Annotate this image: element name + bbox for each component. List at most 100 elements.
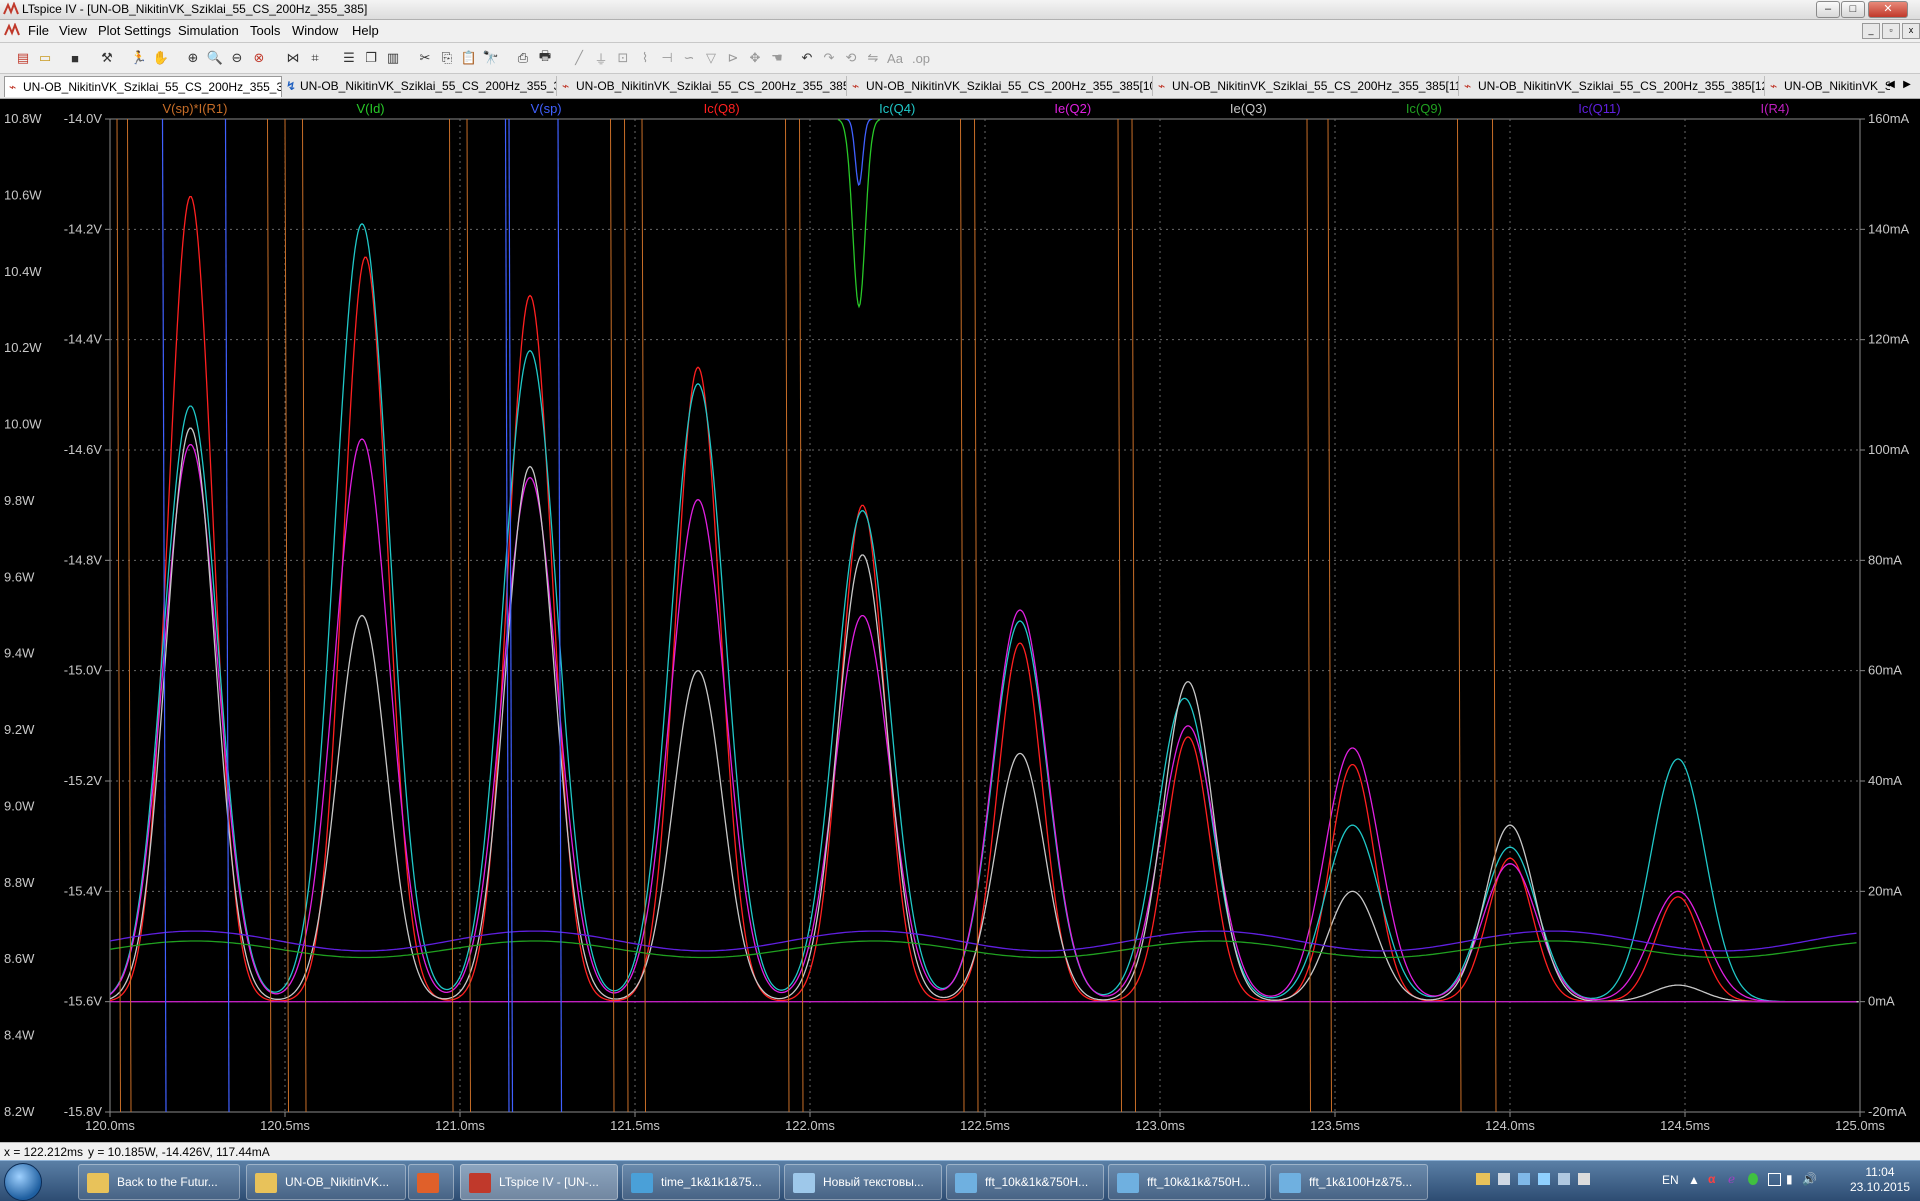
zoom-out-icon[interactable]: ⊖ [228, 49, 246, 67]
drag-icon[interactable]: ☚ [768, 49, 786, 67]
taskbar-item[interactable] [408, 1164, 454, 1200]
menu-view[interactable]: View [59, 23, 87, 38]
trace-ie-q3- [110, 427, 1859, 1003]
tab-fft[interactable]: ⌁ UN-OB_NikitinVK_Sziklai_55_CS_200Hz_355… [558, 76, 847, 96]
antivirus-icon[interactable]: α [1708, 1172, 1715, 1186]
component-icon[interactable]: ⊳ [724, 49, 742, 67]
trash-tray-icon[interactable] [1578, 1173, 1590, 1185]
taskbar-item[interactable]: LTspice IV - [UN-... [460, 1164, 618, 1200]
mirror-icon[interactable]: ⇋ [864, 49, 882, 67]
label-net-icon[interactable]: ⊡ [614, 49, 632, 67]
control-panel-icon[interactable]: ⚒ [98, 49, 116, 67]
diode-icon[interactable]: ▽ [702, 49, 720, 67]
taskbar-item[interactable]: fft_10k&1k&750H... [946, 1164, 1104, 1200]
open-folder-icon[interactable]: ▭ [36, 49, 54, 67]
resistor-icon[interactable]: ⌇ [636, 49, 654, 67]
autorange-icon[interactable]: ⋈ [284, 49, 302, 67]
toolbar: ▤ ▭ ■ ⚒ 🏃 ✋ ⊕ 🔍 ⊖ ⊗ ⋈ ⌗ ☰ ❐ ▥ ✂ ⎘ 📋 🔭 ⎙ … [0, 43, 1920, 74]
taskbar-item[interactable]: time_1k&1k1&75... [622, 1164, 780, 1200]
menu-plot-settings[interactable]: Plot Settings [98, 23, 171, 38]
tab-scroll-right-icon[interactable]: ▶ [1900, 77, 1914, 93]
tab-scroll-left-icon[interactable]: ◀ [1884, 77, 1898, 93]
undo-icon[interactable]: ↶ [798, 49, 816, 67]
taskbar-item[interactable]: Back to the Futur... [78, 1164, 240, 1200]
close-button[interactable]: ✕ [1868, 1, 1908, 18]
left-power-tick-label: 9.4W [4, 646, 35, 661]
waveform-chart[interactable]: 120.0ms 120.5ms 121.0ms 121.5ms 122.0ms 122.5… [0, 99, 1920, 1142]
zoom-in-icon[interactable]: ⊕ [184, 49, 202, 67]
network-tray-icon[interactable] [1538, 1173, 1550, 1185]
volume-icon[interactable]: 🔊 [1802, 1172, 1817, 1186]
mdi-restore-button[interactable]: ▫ [1882, 23, 1900, 39]
new-schematic-icon[interactable]: ▤ [14, 49, 32, 67]
clock[interactable]: 11:04 23.10.2015 [1850, 1165, 1910, 1195]
print-preview-icon[interactable]: ⎙ [514, 49, 532, 67]
app-tray-icon[interactable]: ℯ [1728, 1172, 1735, 1186]
left-voltage-tick-label: -14.6V [64, 442, 103, 457]
restore-button[interactable]: □ [1841, 1, 1865, 18]
ground-icon[interactable]: ⏚ [592, 49, 610, 67]
x-tick-label: 120.0ms [85, 1118, 135, 1133]
settings-tray-icon[interactable] [1558, 1173, 1570, 1185]
move-icon[interactable]: ✥ [746, 49, 764, 67]
text-icon[interactable]: Aa [886, 49, 904, 67]
tab-waveform[interactable]: ↯ UN-OB_NikitinVK_Sziklai_55_CS_200Hz_355… [282, 76, 557, 96]
left-power-tick-label: 10.2W [4, 340, 42, 355]
folder-tray-icon[interactable] [1476, 1173, 1490, 1185]
waveform-plot[interactable]: 120.0ms 120.5ms 121.0ms 121.5ms 122.0ms 122.5… [0, 99, 1920, 1142]
left-power-tick-label: 8.8W [4, 875, 35, 890]
left-power-tick-label: 9.2W [4, 722, 35, 737]
tab-fft-10[interactable]: ⌁ UN-OB_NikitinVK_Sziklai_55_CS_200Hz_355… [848, 76, 1153, 96]
taskbar-item[interactable]: UN-OB_NikitinVK... [246, 1164, 406, 1200]
minimize-button[interactable]: – [1816, 1, 1840, 18]
right-axis-tick-label: 20mA [1868, 883, 1902, 898]
zoom-fit-icon[interactable]: ⊗ [250, 49, 268, 67]
taskbar-item[interactable]: Новый текстовы... [784, 1164, 942, 1200]
paste-icon[interactable]: 📋 [460, 49, 478, 67]
status-bar: x = 122.212ms y = 10.185W, -14.426V, 117… [0, 1142, 1920, 1161]
document-icon [4, 23, 20, 36]
tab-fft-13[interactable]: ⌁ UN-OB_NikitinVK_S [1766, 76, 1890, 96]
rotate-icon[interactable]: ⟲ [842, 49, 860, 67]
power-icon[interactable]: ▮ [1786, 1172, 1793, 1186]
print-icon[interactable]: 🖶 [536, 48, 554, 67]
left-voltage-tick-label: -14.8V [64, 552, 103, 567]
find-icon[interactable]: 🔭 [482, 49, 500, 67]
taskbar-item[interactable]: fft_1k&100Hz&75... [1270, 1164, 1428, 1200]
menu-help[interactable]: Help [352, 23, 379, 38]
tab-schematic[interactable]: ⌁ UN-OB_NikitinVK_Sziklai_55_CS_200Hz_355… [4, 76, 282, 97]
start-button[interactable] [4, 1163, 42, 1201]
taskbar-item[interactable]: fft_10k&1k&750H... [1108, 1164, 1266, 1200]
fft-tab-icon: ⌁ [1158, 79, 1166, 93]
waveform-icon[interactable]: ⌗ [306, 49, 324, 67]
tab-fft-12[interactable]: ⌁ UN-OB_NikitinVK_Sziklai_55_CS_200Hz_355… [1460, 76, 1765, 96]
menu-simulation[interactable]: Simulation [178, 23, 239, 38]
doc-tray-icon[interactable] [1498, 1173, 1510, 1185]
cut-icon[interactable]: ✂ [416, 49, 434, 67]
tile-vertical-icon[interactable]: ▥ [384, 49, 402, 67]
cascade-icon[interactable]: ❐ [362, 49, 380, 67]
redo-icon[interactable]: ↷ [820, 49, 838, 67]
mdi-close-button[interactable]: x [1902, 23, 1920, 39]
halt-icon[interactable]: ✋ [152, 49, 170, 67]
status-tray-icon[interactable] [1748, 1173, 1758, 1185]
left-voltage-tick-label: -15.2V [64, 773, 103, 788]
tile-horizontal-icon[interactable]: ☰ [340, 49, 358, 67]
menu-file[interactable]: File [28, 23, 49, 38]
show-hidden-icon[interactable]: ▲ [1688, 1173, 1700, 1187]
menu-window[interactable]: Window [292, 23, 338, 38]
save-icon[interactable]: ■ [66, 49, 84, 67]
zoom-area-icon[interactable]: 🔍 [206, 49, 224, 67]
action-center-icon[interactable] [1768, 1173, 1781, 1186]
language-indicator[interactable]: EN [1662, 1173, 1679, 1187]
menu-tools[interactable]: Tools [250, 23, 280, 38]
tab-fft-11[interactable]: ⌁ UN-OB_NikitinVK_Sziklai_55_CS_200Hz_355… [1154, 76, 1459, 96]
inductor-icon[interactable]: ∽ [680, 49, 698, 67]
spice-directive-icon[interactable]: .op [912, 49, 930, 67]
monitor-tray-icon[interactable] [1518, 1173, 1530, 1185]
run-icon[interactable]: 🏃 [130, 49, 148, 67]
mdi-minimize-button[interactable]: _ [1862, 23, 1880, 39]
wire-icon[interactable]: ╱ [570, 49, 588, 67]
copy-icon[interactable]: ⎘ [438, 49, 456, 67]
capacitor-icon[interactable]: ⊣ [658, 49, 676, 67]
